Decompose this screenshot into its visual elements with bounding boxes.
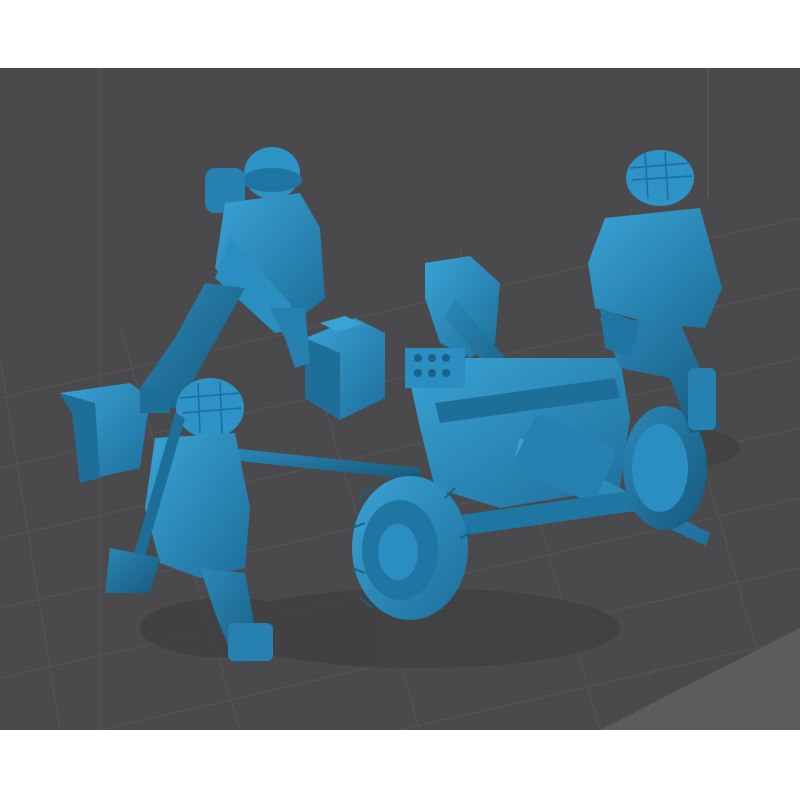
viewport-canvas[interactable]: [0, 68, 800, 730]
page: [0, 0, 800, 800]
gun-sight: [405, 348, 465, 388]
boot: [228, 623, 273, 661]
boot: [688, 368, 716, 430]
3d-viewport[interactable]: [0, 68, 800, 730]
